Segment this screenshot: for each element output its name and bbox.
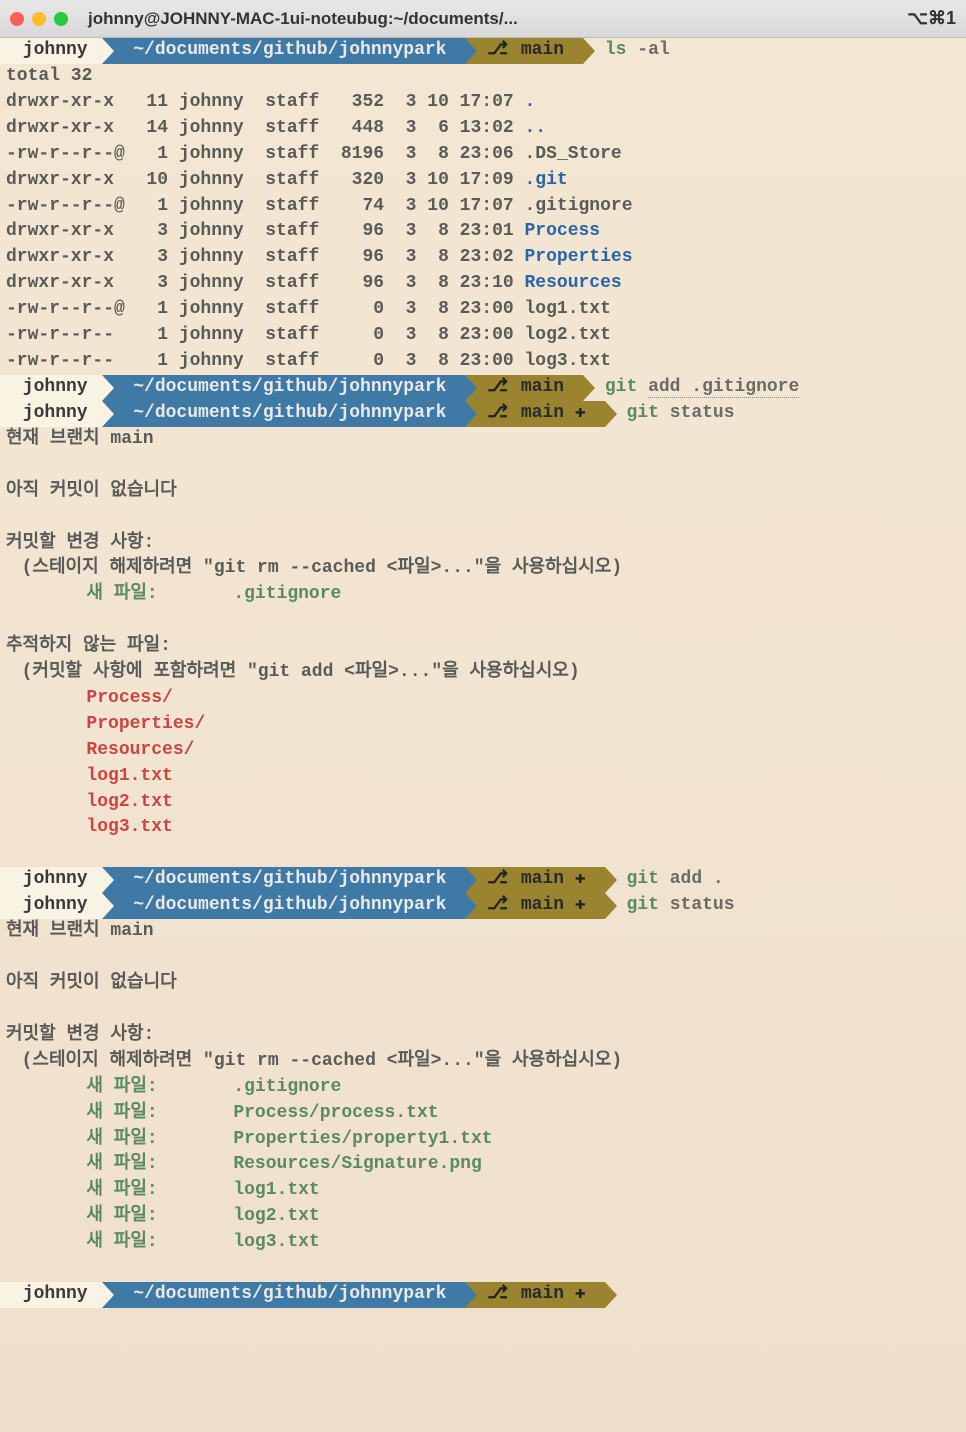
plus-icon: ✚ [575,869,586,889]
prompt-user: johnny [0,38,102,64]
blank [0,608,966,634]
status-new-file: 새 파일: Resources/Signature.png [0,1152,966,1178]
ls-row: -rw-r--r--@ 1 johnny staff 8196 3 8 23:0… [0,142,966,168]
prompt-branch: ⎇ main [465,38,583,64]
status-untracked-file: Resources/ [0,738,966,764]
status-branch: 현재 브랜치 main [0,919,966,945]
status-nocommit: 아직 커밋이 없습니다 [0,971,966,997]
branch-icon: ⎇ [487,40,508,60]
prompt-path: ~/documents/github/johnnypark [102,401,465,427]
prompt-user: johnny [0,867,102,893]
prompt-branch: ⎇ main ✚ [465,867,604,893]
ls-row: -rw-r--r-- 1 johnny staff 0 3 8 23:00 lo… [0,323,966,349]
prompt-line: johnny ~/documents/github/johnnypark ⎇ m… [0,401,966,427]
command-text: git add .gitignore [583,375,799,401]
status-untracked-file: Process/ [0,686,966,712]
plus-icon: ✚ [575,895,586,915]
branch-icon: ⎇ [487,403,508,423]
status-new-file: 새 파일: .gitignore [0,582,966,608]
ls-total: total 32 [0,64,966,90]
prompt-path: ~/documents/github/johnnypark [102,38,465,64]
prompt-line: johnny ~/documents/github/johnnypark ⎇ m… [0,893,966,919]
status-new-file: 새 파일: log1.txt [0,1178,966,1204]
ls-row: drwxr-xr-x 14 johnny staff 448 3 6 13:02… [0,116,966,142]
blank [0,945,966,971]
prompt-path: ~/documents/github/johnnypark [102,893,465,919]
branch-icon: ⎇ [487,1284,508,1304]
blank [0,1256,966,1282]
blank [0,453,966,479]
close-icon[interactable] [10,12,24,26]
ls-row: drwxr-xr-x 3 johnny staff 96 3 8 23:02 P… [0,245,966,271]
plus-icon: ✚ [575,403,586,423]
ls-row: drwxr-xr-x 3 johnny staff 96 3 8 23:01 P… [0,219,966,245]
window-title: johnny@JOHNNY-MAC-1ui-noteubug:~/documen… [78,9,897,29]
ls-row: -rw-r--r--@ 1 johnny staff 0 3 8 23:00 l… [0,297,966,323]
prompt-path: ~/documents/github/johnnypark [102,1282,465,1308]
prompt-branch: ⎇ main ✚ [465,401,604,427]
window-shortcut: ⌥⌘1 [907,8,956,29]
status-nocommit: 아직 커밋이 없습니다 [0,479,966,505]
branch-icon: ⎇ [487,377,508,397]
status-changes-header: 커밋할 변경 사항: [0,1023,966,1049]
status-new-file: 새 파일: log3.txt [0,1230,966,1256]
prompt-line: johnny ~/documents/github/johnnypark ⎇ m… [0,375,966,401]
status-untracked-hint: (커밋할 사항에 포함하려면 "git add <파일>..."을 사용하십시오… [0,660,966,686]
ls-row: drwxr-xr-x 11 johnny staff 352 3 10 17:0… [0,90,966,116]
window-controls [10,12,68,26]
status-changes-header: 커밋할 변경 사항: [0,531,966,557]
prompt-branch: ⎇ main ✚ [465,893,604,919]
prompt-branch: ⎇ main ✚ [465,1282,604,1308]
status-new-file: 새 파일: Process/process.txt [0,1101,966,1127]
prompt-line: johnny ~/documents/github/johnnypark ⎇ m… [0,1282,966,1308]
status-untracked-file: log2.txt [0,790,966,816]
prompt-user: johnny [0,375,102,401]
status-unstage-hint: (스테이지 해제하려면 "git rm --cached <파일>..."을 사… [0,1049,966,1075]
branch-icon: ⎇ [487,869,508,889]
prompt-user: johnny [0,401,102,427]
terminal-output[interactable]: johnny ~/documents/github/johnnypark ⎇ m… [0,38,966,1432]
titlebar: johnny@JOHNNY-MAC-1ui-noteubug:~/documen… [0,0,966,38]
prompt-user: johnny [0,893,102,919]
command-text: ls -al [583,38,670,64]
ls-row: -rw-r--r-- 1 johnny staff 0 3 8 23:00 lo… [0,349,966,375]
prompt-user: johnny [0,1282,102,1308]
command-text: git status [605,893,735,919]
prompt-branch: ⎇ main [465,375,583,401]
status-untracked-header: 추적하지 않는 파일: [0,634,966,660]
blank [0,841,966,867]
branch-icon: ⎇ [487,895,508,915]
status-untracked-file: log1.txt [0,764,966,790]
status-new-file: 새 파일: Properties/property1.txt [0,1127,966,1153]
prompt-line: johnny ~/documents/github/johnnypark ⎇ m… [0,867,966,893]
blank [0,997,966,1023]
status-unstage-hint: (스테이지 해제하려면 "git rm --cached <파일>..."을 사… [0,556,966,582]
prompt-path: ~/documents/github/johnnypark [102,375,465,401]
status-untracked-file: log3.txt [0,815,966,841]
status-new-file: 새 파일: log2.txt [0,1204,966,1230]
prompt-path: ~/documents/github/johnnypark [102,867,465,893]
status-new-file: 새 파일: .gitignore [0,1075,966,1101]
maximize-icon[interactable] [54,12,68,26]
command-text: git status [605,401,735,427]
prompt-line: johnny ~/documents/github/johnnypark ⎇ m… [0,38,966,64]
plus-icon: ✚ [575,1284,586,1304]
ls-row: drwxr-xr-x 3 johnny staff 96 3 8 23:10 R… [0,271,966,297]
command-text: git add . [605,867,724,893]
status-untracked-file: Properties/ [0,712,966,738]
status-branch: 현재 브랜치 main [0,427,966,453]
ls-row: drwxr-xr-x 10 johnny staff 320 3 10 17:0… [0,168,966,194]
ls-row: -rw-r--r--@ 1 johnny staff 74 3 10 17:07… [0,194,966,220]
minimize-icon[interactable] [32,12,46,26]
blank [0,505,966,531]
